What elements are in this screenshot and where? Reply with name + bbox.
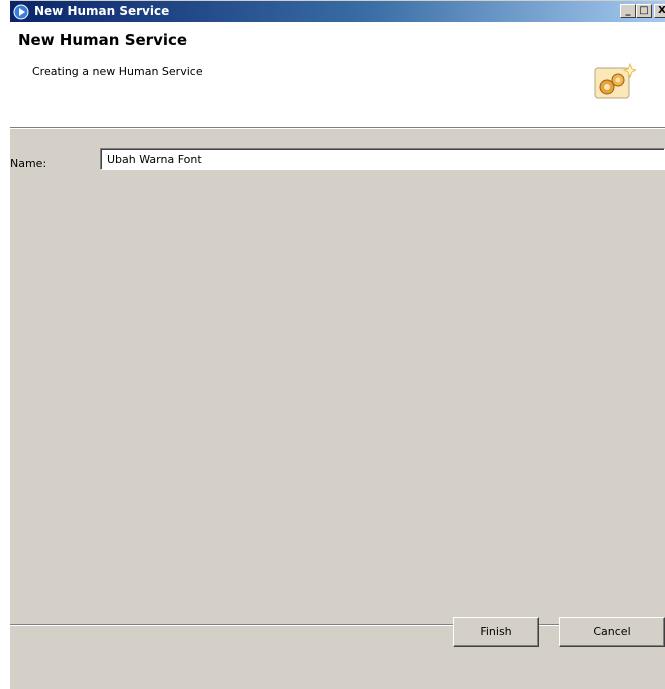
title-bar[interactable]: New Human Service _ □ X [10, 0, 665, 22]
cancel-button[interactable]: Cancel [559, 617, 665, 647]
page-description: Creating a new Human Service [32, 65, 203, 78]
close-button[interactable]: X [654, 4, 665, 18]
finish-button[interactable]: Finish [453, 617, 539, 647]
header-separator-highlight [10, 128, 665, 129]
app-icon [13, 4, 29, 20]
window-title: New Human Service [34, 4, 170, 18]
maximize-button[interactable]: □ [636, 4, 652, 18]
minimize-button[interactable]: _ [620, 4, 636, 18]
dialog-window: New Human Service _ □ X New Human Servic… [10, 0, 665, 689]
page-title: New Human Service [18, 31, 188, 49]
name-input[interactable] [100, 148, 665, 170]
name-label: Name: [10, 157, 47, 170]
wizard-gears-icon [594, 62, 636, 99]
